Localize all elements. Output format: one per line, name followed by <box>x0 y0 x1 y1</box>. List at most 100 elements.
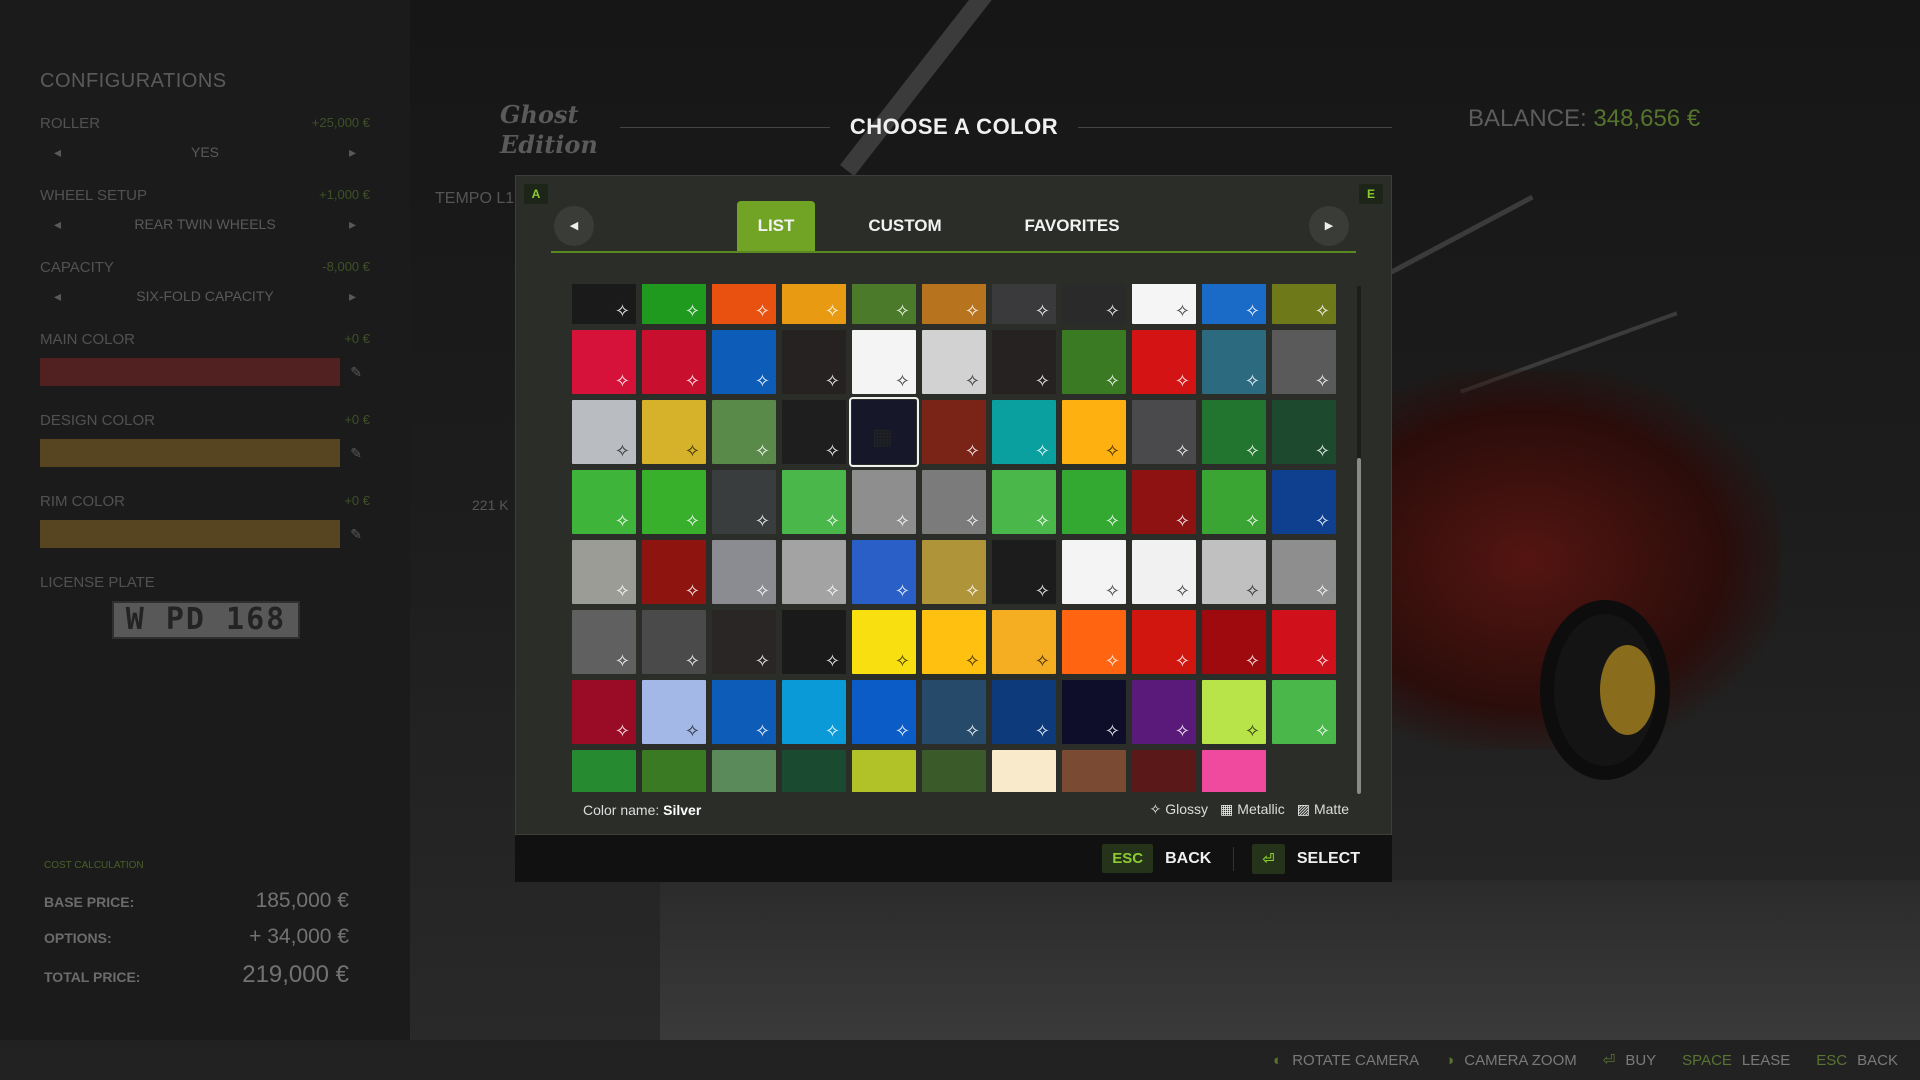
tab-custom[interactable]: CUSTOM <box>835 201 975 251</box>
color-swatch[interactable]: ✧ <box>922 470 986 534</box>
color-swatch[interactable]: ✧ <box>572 680 636 744</box>
scrollbar-thumb[interactable] <box>1357 458 1361 794</box>
arrow-left-icon[interactable]: ◂ <box>54 216 61 233</box>
color-swatch[interactable]: ✧ <box>1272 540 1336 604</box>
color-swatch[interactable]: ✧ <box>712 610 776 674</box>
color-swatch[interactable]: ✧ <box>922 750 986 792</box>
color-swatch[interactable]: ✧ <box>712 540 776 604</box>
color-swatch[interactable]: ✧ <box>1132 610 1196 674</box>
color-swatch[interactable]: ✧ <box>1062 284 1126 324</box>
color-swatch[interactable]: ✧ <box>1062 610 1126 674</box>
color-swatch[interactable]: ✧ <box>572 610 636 674</box>
color-swatch[interactable]: ✧ <box>642 400 706 464</box>
color-swatch[interactable]: ✧ <box>992 750 1056 792</box>
color-swatch[interactable]: ✧ <box>782 470 846 534</box>
color-swatch[interactable]: ✧ <box>852 610 916 674</box>
color-swatch[interactable]: ✧ <box>992 400 1056 464</box>
color-swatch[interactable]: ✧ <box>642 284 706 324</box>
color-swatch[interactable]: ✧ <box>1132 330 1196 394</box>
color-swatch[interactable]: ✧ <box>1202 284 1266 324</box>
color-bar[interactable]: ✎ <box>40 439 362 467</box>
prev-page-button[interactable]: ◀ <box>554 206 594 246</box>
arrow-right-icon[interactable]: ▸ <box>349 288 356 305</box>
color-swatch[interactable]: ✧ <box>1272 680 1336 744</box>
color-swatch[interactable]: ✧ <box>1062 400 1126 464</box>
color-swatch[interactable]: ✧ <box>992 470 1056 534</box>
color-swatch[interactable]: ✧ <box>572 284 636 324</box>
color-swatch[interactable]: ✧ <box>712 470 776 534</box>
color-swatch[interactable]: ✧ <box>642 540 706 604</box>
camera-zoom-action[interactable]: ◑ CAMERA ZOOM <box>1445 1052 1577 1069</box>
color-swatch[interactable]: ✧ <box>922 610 986 674</box>
config-item[interactable]: WHEEL SETUP +1,000 € ◂ REAR TWIN WHEELS ▸ <box>40 187 370 233</box>
color-swatch[interactable]: ✧ <box>782 680 846 744</box>
color-swatch[interactable]: ✧ <box>572 400 636 464</box>
color-swatch[interactable]: ✧ <box>642 470 706 534</box>
lease-action[interactable]: SPACE LEASE <box>1682 1052 1790 1069</box>
color-swatch[interactable]: ✧ <box>852 470 916 534</box>
color-swatch[interactable]: ✧ <box>1062 470 1126 534</box>
color-swatch[interactable]: ✧ <box>642 610 706 674</box>
color-swatch[interactable]: ✧ <box>782 284 846 324</box>
color-swatch[interactable]: ✧ <box>852 680 916 744</box>
esc-key[interactable]: ESC <box>1102 844 1154 873</box>
color-swatch[interactable]: ✧ <box>1272 330 1336 394</box>
color-swatch[interactable]: ✧ <box>1062 330 1126 394</box>
select-button[interactable]: SELECT <box>1297 850 1360 868</box>
color-swatch[interactable]: ✧ <box>1062 750 1126 792</box>
color-swatch[interactable]: ✧ <box>782 750 846 792</box>
color-swatch[interactable]: ✧ <box>1272 284 1336 324</box>
color-swatch[interactable]: ✧ <box>992 540 1056 604</box>
buy-action[interactable]: ⏎ BUY <box>1603 1051 1656 1069</box>
color-swatch[interactable]: ✧ <box>922 284 986 324</box>
enter-key-icon[interactable]: ⏎ <box>1252 843 1285 874</box>
tab-list[interactable]: LIST <box>737 201 815 251</box>
color-swatch[interactable]: ✧ <box>642 680 706 744</box>
color-swatch[interactable]: ✧ <box>642 750 706 792</box>
color-swatch-selected[interactable]: ▦ <box>849 397 919 467</box>
color-swatch[interactable]: ✧ <box>852 540 916 604</box>
color-swatch[interactable]: ✧ <box>1202 330 1266 394</box>
color-bar[interactable]: ✎ <box>40 520 362 548</box>
brush-icon[interactable]: ✎ <box>350 445 362 462</box>
tab-favorites[interactable]: FAVORITES <box>992 201 1152 251</box>
color-swatch[interactable]: ✧ <box>1272 610 1336 674</box>
color-swatch[interactable]: ✧ <box>992 284 1056 324</box>
color-swatch[interactable]: ✧ <box>1132 284 1196 324</box>
color-swatch[interactable]: ✧ <box>1202 470 1266 534</box>
color-swatch[interactable]: ✧ <box>1132 540 1196 604</box>
brush-icon[interactable]: ✎ <box>350 526 362 543</box>
color-config-item[interactable]: DESIGN COLOR +0 € ✎ <box>40 412 370 467</box>
license-plate-item[interactable]: LICENSE PLATE W PD 168 <box>40 574 370 639</box>
license-plate[interactable]: W PD 168 <box>112 601 300 639</box>
color-swatch[interactable]: ✧ <box>1202 750 1266 792</box>
color-swatch[interactable]: ✧ <box>712 400 776 464</box>
next-page-button[interactable]: ▶ <box>1309 206 1349 246</box>
color-swatch[interactable]: ✧ <box>712 750 776 792</box>
color-swatch[interactable]: ✧ <box>1202 610 1266 674</box>
color-swatch[interactable]: ✧ <box>782 610 846 674</box>
color-swatch[interactable]: ✧ <box>712 330 776 394</box>
back-action[interactable]: ESC BACK <box>1816 1052 1898 1069</box>
color-swatch[interactable]: ✧ <box>922 540 986 604</box>
color-swatch[interactable]: ✧ <box>712 284 776 324</box>
color-swatch[interactable]: ✧ <box>782 400 846 464</box>
color-swatch[interactable]: ✧ <box>1272 470 1336 534</box>
color-swatch[interactable]: ✧ <box>712 680 776 744</box>
color-swatch[interactable]: ✧ <box>782 540 846 604</box>
arrow-right-icon[interactable]: ▸ <box>349 144 356 161</box>
back-button[interactable]: BACK <box>1165 850 1211 868</box>
color-swatch[interactable]: ✧ <box>1132 400 1196 464</box>
color-swatch[interactable]: ✧ <box>992 680 1056 744</box>
color-swatch[interactable]: ✧ <box>572 540 636 604</box>
color-config-item[interactable]: MAIN COLOR +0 € ✎ <box>40 331 370 386</box>
config-item[interactable]: CAPACITY -8,000 € ◂ SIX-FOLD CAPACITY ▸ <box>40 259 370 305</box>
color-swatch[interactable]: ✧ <box>1202 400 1266 464</box>
color-swatch[interactable]: ✧ <box>922 330 986 394</box>
color-swatch[interactable]: ✧ <box>992 610 1056 674</box>
color-swatch[interactable]: ✧ <box>1202 680 1266 744</box>
brush-icon[interactable]: ✎ <box>350 364 362 381</box>
color-swatch[interactable]: ✧ <box>572 470 636 534</box>
color-swatch[interactable]: ✧ <box>992 330 1056 394</box>
color-swatch[interactable]: ✧ <box>852 284 916 324</box>
